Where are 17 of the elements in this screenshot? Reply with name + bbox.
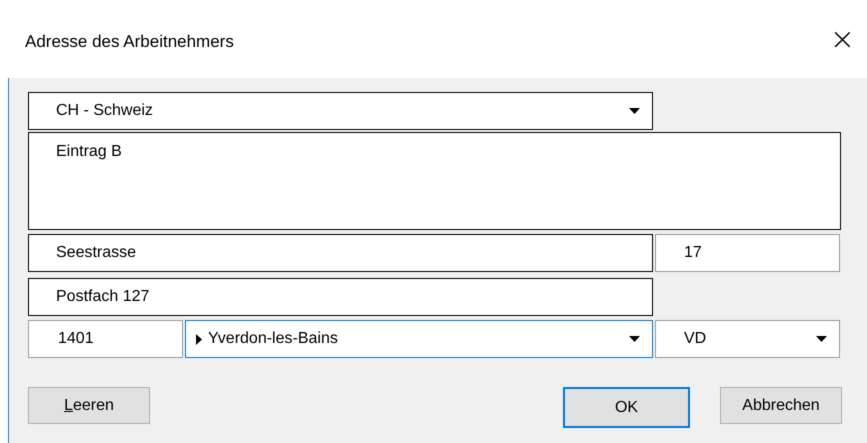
close-button[interactable]: × (826, 25, 859, 55)
caret-icon (629, 336, 640, 342)
city-dropdown[interactable]: Yverdon-les-Bains (185, 320, 653, 358)
canton-dropdown[interactable]: VD (655, 320, 840, 358)
caret-icon (629, 108, 640, 114)
window-title: Adresse des Arbeitnehmers (25, 31, 234, 52)
house-number-field[interactable]: 17 (655, 234, 840, 272)
cancel-button[interactable]: Abbrechen (720, 387, 842, 424)
po-box-field[interactable]: Postfach 127 (28, 278, 653, 316)
address-text-area[interactable]: Eintrag B (28, 132, 841, 230)
clear-button[interactable]: Leeren (28, 387, 150, 424)
caret-icon (816, 336, 827, 342)
triangle-icon (196, 334, 202, 344)
country-dropdown[interactable]: CH - Schweiz (28, 92, 653, 130)
zip-field[interactable]: 1401 (28, 320, 183, 358)
ok-button[interactable]: OK (563, 387, 690, 428)
street-field[interactable]: Seestrasse (28, 234, 653, 272)
